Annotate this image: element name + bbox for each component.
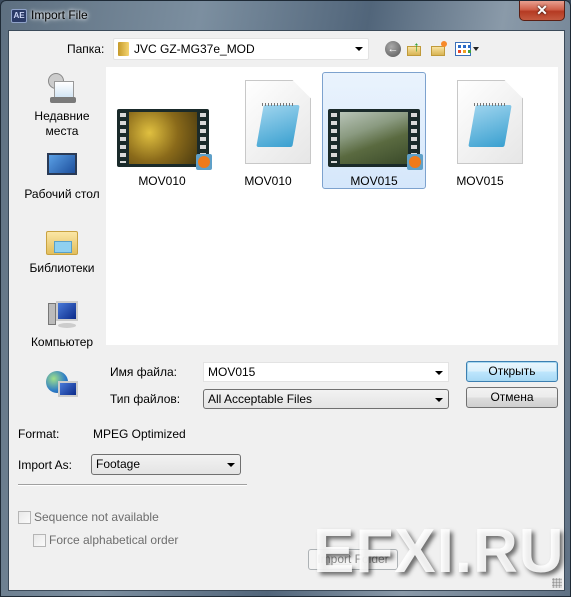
title-bar[interactable]: AE Import File ✕ [1,1,571,31]
sequence-label: Sequence not available [34,510,159,524]
folder-value: JVC GZ-MG37e_MOD [134,42,255,56]
file-name: MOV010 [138,174,186,188]
import-as-select[interactable]: Footage [91,454,241,475]
alphabetical-order-label: Force alphabetical order [49,533,179,547]
file-name: MOV015 [350,174,398,188]
folder-dropdown[interactable]: JVC GZ-MG37e_MOD [113,38,369,60]
file-list[interactable]: MOV010 MOV010 MOV015 MOV015 [106,67,558,345]
computer-icon [46,299,78,331]
play-badge-icon [196,154,212,170]
up-folder-icon[interactable]: ↑ [407,39,423,57]
close-button[interactable]: ✕ [519,1,565,21]
import-as-label: Import As: [18,458,73,472]
file-item[interactable]: MOV010 [216,72,320,189]
dialog-client-area: Папка: JVC GZ-MG37e_MOD ← ↑ Недавние мес… [8,30,565,591]
document-file-icon [457,80,523,164]
file-item-selected[interactable]: MOV015 [322,72,426,189]
places-bar: Недавние места Рабочий стол Библиотеки К… [17,67,107,407]
filename-input[interactable]: MOV015 [203,362,449,382]
chevron-down-icon[interactable] [435,371,443,375]
place-computer[interactable]: Компьютер [17,299,107,350]
desktop-icon [46,151,78,183]
alphabetical-order-checkbox[interactable] [33,534,46,547]
libraries-icon [46,225,78,257]
separator [18,484,247,486]
chevron-down-icon [355,47,363,51]
place-network[interactable] [17,371,107,407]
place-libraries[interactable]: Библиотеки [17,225,107,276]
place-label: Библиотеки [29,261,95,275]
sequence-checkbox[interactable] [18,511,31,524]
format-value: MPEG Optimized [93,427,186,441]
file-name: MOV010 [244,174,292,188]
filetype-select[interactable]: All Acceptable Files [203,389,449,409]
folder-label: Папка: [67,42,105,56]
close-icon: ✕ [536,2,548,18]
video-file-icon [117,109,212,170]
place-label: Недавние места [34,109,90,138]
chevron-down-icon [435,398,443,402]
document-file-icon [245,80,311,164]
after-effects-icon: AE [11,9,27,23]
new-folder-icon[interactable] [431,41,447,57]
import-folder-button[interactable]: Import Folder [308,549,398,570]
network-icon [46,371,78,403]
filetype-label: Тип файлов: [110,392,181,406]
place-label: Компьютер [30,335,94,349]
filename-label: Имя файла: [110,365,177,379]
file-item[interactable]: MOV010 [110,72,214,189]
views-dropdown-arrow-icon[interactable] [473,47,479,51]
chevron-down-icon [227,463,235,467]
play-badge-icon [407,154,423,170]
filetype-value: All Acceptable Files [208,392,313,406]
format-label: Format: [18,427,60,441]
place-desktop[interactable]: Рабочий стол [17,151,107,202]
recent-places-icon [46,73,78,105]
resize-grip[interactable] [552,578,562,588]
file-item[interactable]: MOV015 [428,72,532,189]
video-file-icon [328,109,423,170]
import-file-dialog: AE Import File ✕ Папка: JVC GZ-MG37e_MOD… [0,0,571,597]
open-button[interactable]: Открыть [466,361,558,382]
window-title: Import File [31,8,88,22]
import-as-value: Footage [96,457,141,471]
cancel-button[interactable]: Отмена [466,387,558,408]
filename-value: MOV015 [208,365,256,379]
folder-icon [118,42,129,56]
place-label: Рабочий стол [24,187,100,201]
file-name: MOV015 [456,174,504,188]
back-icon[interactable]: ← [385,41,401,57]
place-recent[interactable]: Недавние места [17,73,107,139]
views-menu-icon[interactable] [455,42,471,56]
